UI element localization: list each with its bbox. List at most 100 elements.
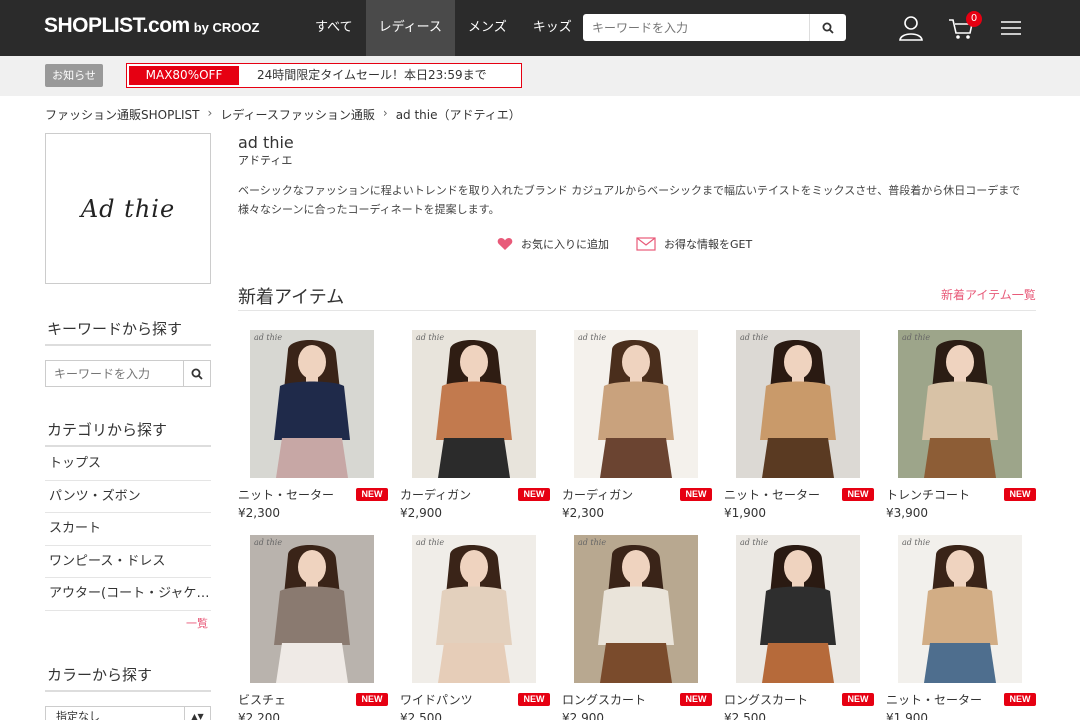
product-watermark: ad thie [416, 538, 445, 547]
product-card[interactable]: ad thie ロングスカート NEW ¥2,500 [724, 535, 874, 720]
sale-banner[interactable]: MAX80%OFF 24時間限定タイムセール！本日23:59まで [126, 63, 522, 88]
sidebar-search [45, 360, 211, 387]
product-price: ¥2,300 [238, 506, 280, 520]
product-card[interactable]: ad thie カーディガン NEW ¥2,900 [400, 330, 550, 530]
sidebar-search-input[interactable] [46, 361, 184, 386]
get-info-button[interactable]: お得な情報をGET [636, 236, 752, 252]
category-list: トップス パンツ・ズボン スカート ワンピース・ドレス アウター(コート・ジャケ… [45, 448, 211, 611]
product-image[interactable]: ad thie [250, 535, 374, 683]
breadcrumb-separator: › [207, 106, 213, 120]
product-image[interactable]: ad thie [898, 535, 1022, 683]
heart-icon [497, 238, 513, 250]
product-name[interactable]: ワイドパンツ [400, 691, 473, 708]
product-photo [736, 535, 860, 683]
brand-description: ベーシックなファッションに程よいトレンドを取り入れたブランド カジュアルからベー… [238, 184, 1021, 216]
category-more-link[interactable]: 一覧 [186, 615, 208, 631]
product-card[interactable]: ad thie ニット・セーター NEW ¥2,300 [238, 330, 388, 530]
new-badge: NEW [356, 488, 388, 501]
product-card[interactable]: ad thie ビスチェ NEW ¥2,200 [238, 535, 388, 720]
new-badge: NEW [680, 488, 712, 501]
nav-all[interactable]: すべて [302, 0, 366, 56]
product-card[interactable]: ad thie ロングスカート NEW ¥2,900 [562, 535, 712, 720]
breadcrumb-separator: › [382, 106, 388, 120]
product-image[interactable]: ad thie [574, 330, 698, 478]
product-image[interactable]: ad thie [574, 535, 698, 683]
menu-icon[interactable] [997, 14, 1025, 42]
product-image[interactable]: ad thie [736, 535, 860, 683]
product-image[interactable]: ad thie [736, 330, 860, 478]
product-photo [250, 330, 374, 478]
product-image[interactable]: ad thie [412, 535, 536, 683]
section-divider [238, 310, 1036, 311]
search-icon [191, 368, 203, 380]
product-card[interactable]: ad thie ニット・セーター NEW ¥1,900 [724, 330, 874, 530]
product-price: ¥2,900 [400, 506, 442, 520]
select-arrow-icon: ▲▼ [184, 707, 210, 720]
get-info-label: お得な情報をGET [664, 238, 753, 251]
product-name[interactable]: カーディガン [400, 486, 471, 503]
breadcrumb-home[interactable]: ファッション通販SHOPLIST [45, 106, 200, 123]
product-photo [250, 535, 374, 683]
new-badge: NEW [842, 488, 874, 501]
product-name[interactable]: ニット・セーター [238, 486, 334, 503]
new-badge: NEW [842, 693, 874, 706]
sale-highlight: MAX80%OFF [129, 66, 239, 85]
product-photo [574, 535, 698, 683]
product-name[interactable]: トレンチコート [886, 486, 970, 503]
category-outer[interactable]: アウター(コート・ジャケット) [45, 578, 211, 611]
site-header: SHOPLIST.comby CROOZ すべて レディース メンズ キッズ 0 [0, 0, 1080, 56]
category-onepiece[interactable]: ワンピース・ドレス [45, 546, 211, 578]
search-icon [822, 22, 834, 34]
product-image[interactable]: ad thie [898, 330, 1022, 478]
product-name[interactable]: ロングスカート [562, 691, 646, 708]
product-watermark: ad thie [902, 333, 931, 342]
new-items-list-link[interactable]: 新着アイテム一覧 [941, 286, 1036, 303]
new-badge: NEW [518, 693, 550, 706]
product-name[interactable]: カーディガン [562, 486, 633, 503]
product-name[interactable]: ニット・セーター [724, 486, 820, 503]
product-price: ¥2,300 [562, 506, 604, 520]
product-card[interactable]: ad thie トレンチコート NEW ¥3,900 [886, 330, 1036, 530]
main-nav: すべて レディース メンズ キッズ [302, 0, 585, 56]
category-pants[interactable]: パンツ・ズボン [45, 481, 211, 513]
nav-mens[interactable]: メンズ [455, 0, 520, 56]
nav-kids[interactable]: キッズ [520, 0, 585, 56]
category-heading: カテゴリから探す [45, 419, 211, 447]
brand-logo: Ad thie [80, 194, 176, 223]
product-card[interactable]: ad thie カーディガン NEW ¥2,300 [562, 330, 712, 530]
favorite-button[interactable]: お気に入りに追加 [497, 236, 609, 252]
new-badge: NEW [1004, 693, 1036, 706]
product-photo [412, 535, 536, 683]
product-photo [412, 330, 536, 478]
brand-name: ad thie [238, 133, 294, 152]
product-name[interactable]: ニット・セーター [886, 691, 982, 708]
breadcrumb-ladies[interactable]: レディースファッション通販 [220, 106, 375, 123]
product-watermark: ad thie [416, 333, 445, 342]
product-card[interactable]: ad thie ワイドパンツ NEW ¥2,500 [400, 535, 550, 720]
product-image[interactable]: ad thie [412, 330, 536, 478]
product-watermark: ad thie [740, 333, 769, 342]
color-select[interactable]: 指定なし ▲▼ [45, 706, 211, 720]
nav-ladies[interactable]: レディース [365, 0, 456, 56]
header-search-button[interactable] [809, 14, 846, 41]
brand-logo-box: Ad thie [45, 133, 211, 284]
product-price: ¥3,900 [886, 506, 928, 520]
product-watermark: ad thie [254, 333, 283, 342]
keyword-search-heading: キーワードから探す [45, 318, 211, 346]
product-card[interactable]: ad thie ニット・セーター NEW ¥1,900 [886, 535, 1036, 720]
category-skirt[interactable]: スカート [45, 513, 211, 546]
product-name[interactable]: ビスチェ [238, 691, 286, 708]
account-icon[interactable] [897, 14, 925, 42]
product-watermark: ad thie [578, 538, 607, 547]
product-watermark: ad thie [578, 333, 607, 342]
product-watermark: ad thie [740, 538, 769, 547]
site-logo[interactable]: SHOPLIST.com by CROOZ [44, 14, 259, 38]
category-tops[interactable]: トップス [45, 448, 211, 481]
header-search-input[interactable] [583, 14, 809, 41]
product-image[interactable]: ad thie [250, 330, 374, 478]
sidebar-search-button[interactable] [183, 361, 210, 386]
product-watermark: ad thie [902, 538, 931, 547]
product-name[interactable]: ロングスカート [724, 691, 808, 708]
favorite-label: お気に入りに追加 [521, 238, 609, 251]
product-price: ¥1,900 [886, 711, 928, 720]
